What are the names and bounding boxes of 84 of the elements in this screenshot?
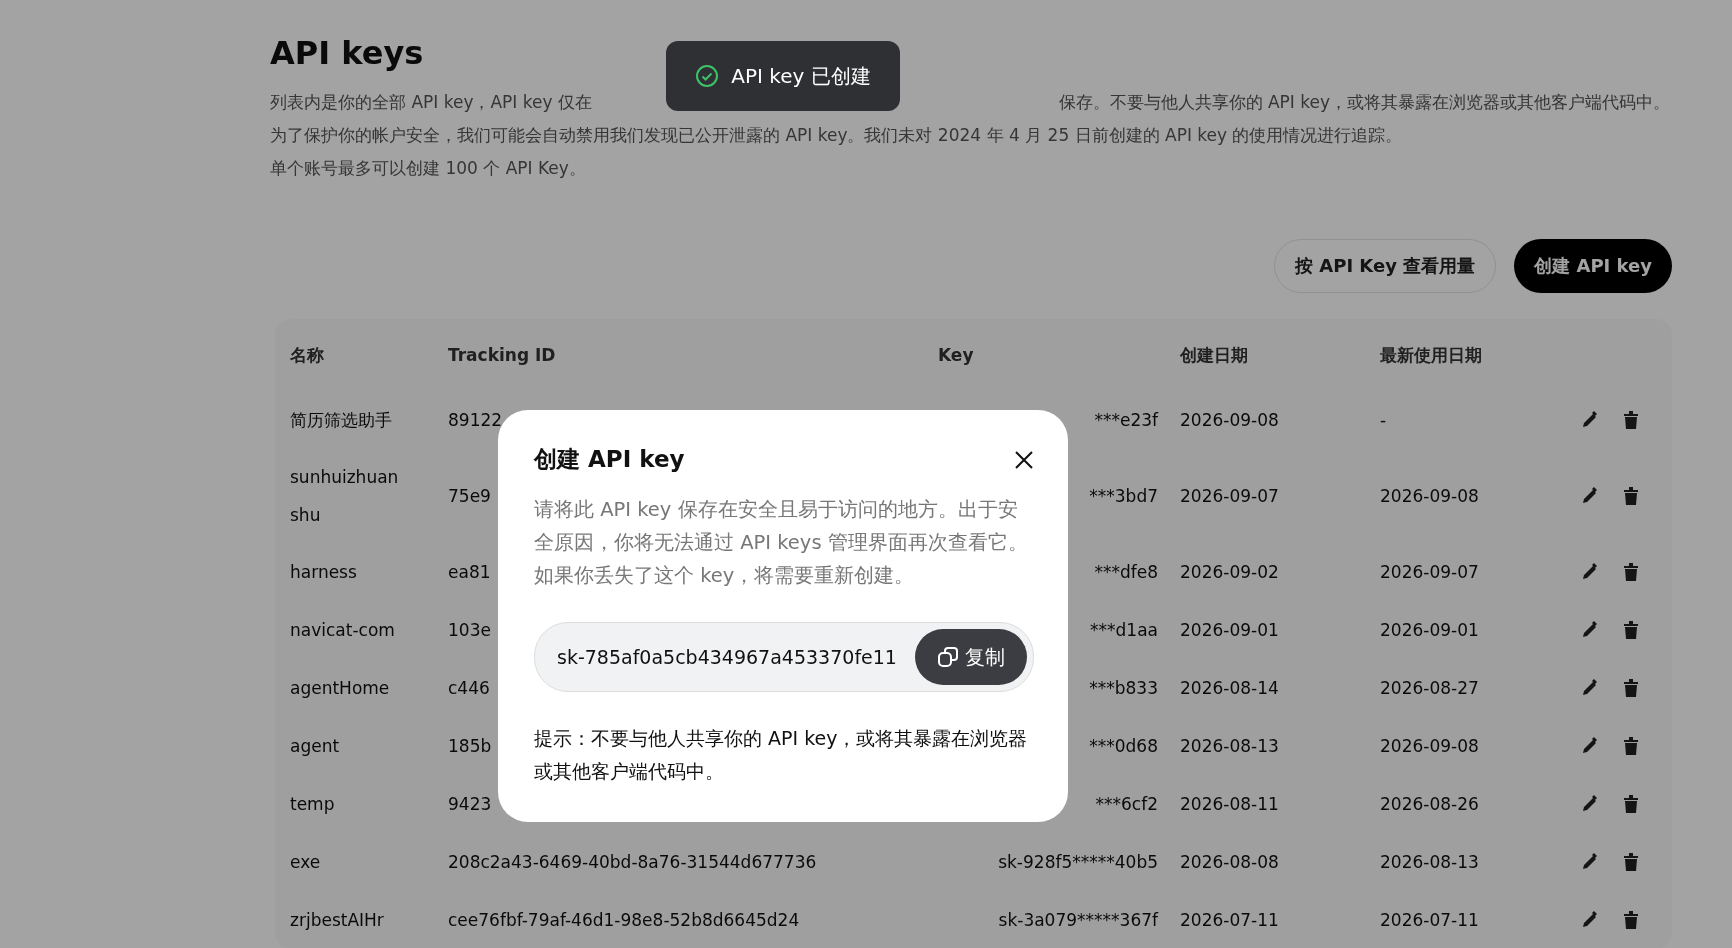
api-key-field[interactable]: sk-785af0a5cb434967a453370fe11 复制 [534,622,1034,692]
table-cell: 简历筛选助手 [290,410,392,430]
table-cell: 2026-08-13 [1180,736,1279,756]
edit-icon[interactable] [1580,620,1600,640]
edit-icon[interactable] [1580,410,1600,430]
description-text: 为了保护你的帐户安全，我们可能会自动禁用我们发现已公开泄露的 API key。我们未对 2024 年 4 月 25 日前创建的 API key 的使用情况进行追踪。 [270,124,1403,147]
dialog-hint: 提示：不要与他人共享你的 API key，或将其暴露在浏览器或其他客户端代码中。 [534,726,1029,784]
delete-icon[interactable] [1622,678,1640,698]
delete-icon[interactable] [1622,486,1640,506]
edit-icon[interactable] [1580,678,1600,698]
delete-icon[interactable] [1622,910,1640,930]
table-cell: - [1380,410,1387,430]
action-button[interactable]: 创建 API key [1514,239,1672,293]
table-cell: exe [290,852,321,872]
table-cell: 2026-09-08 [1380,736,1479,756]
edit-icon[interactable] [1580,736,1600,756]
table-cell: harness [290,562,357,582]
table-cell: ***6cf2 [1095,794,1158,814]
column-header: 最新使用日期 [1380,345,1482,365]
delete-icon[interactable] [1622,852,1640,872]
table-cell: zrjbestAIHr [290,910,384,930]
toast-message: API key 已创建 [731,62,871,90]
table-cell: 185b [448,736,492,756]
dialog-description: 请将此 API key 保存在安全且易于访问的地方。出于安全原因，你将无法通过 API keys 管理界面再次查看它。如果你丢失了这个 key，将需要重新创建。 [534,497,1029,589]
column-header: Tracking ID [448,345,556,365]
table-cell: c446 [448,678,490,698]
table-cell: ea81 [448,562,491,582]
table-cell: 89122 [448,410,503,430]
edit-icon[interactable] [1580,486,1600,506]
table-cell: sk-928f5*****40b5 [998,852,1158,872]
table-cell: 2026-09-01 [1380,620,1479,640]
table-cell: ***dfe8 [1094,562,1158,582]
table-cell: 9423 [448,794,492,814]
table-cell: ***3bd7 [1089,486,1158,506]
table-cell: agentHome [290,678,390,698]
table-cell: navicat-com [290,620,395,640]
table-cell: 2026-07-11 [1380,910,1479,930]
table-cell: 2026-09-08 [1180,410,1279,430]
column-header: 创建日期 [1180,345,1248,365]
table-cell: 2026-09-02 [1180,562,1279,582]
table-cell: 75e9 [448,486,491,506]
table-cell: 2026-09-08 [1380,486,1479,506]
edit-icon[interactable] [1580,852,1600,872]
page-title: API keys [270,34,425,72]
table-cell: 103e [448,620,491,640]
description-text: 单个账号最多可以创建 100 个 API Key。 [270,157,586,180]
table-cell: 2026-09-07 [1380,562,1479,582]
close-icon[interactable] [1014,449,1034,470]
table-cell: 2026-08-11 [1180,794,1279,814]
table-cell: 2026-08-27 [1380,678,1479,698]
table-cell: 2026-08-13 [1380,852,1479,872]
table-cell: 2026-08-08 [1180,852,1279,872]
table-cell: 2026-08-14 [1180,678,1279,698]
table-cell: ***0d68 [1089,736,1158,756]
table-cell: 2026-09-07 [1180,486,1279,506]
edit-icon[interactable] [1580,562,1600,582]
table-cell: 2026-09-01 [1180,620,1279,640]
check-circle-icon [695,64,720,88]
delete-icon[interactable] [1622,410,1640,430]
table-cell: 2026-07-11 [1180,910,1279,930]
copy-button[interactable]: 复制 [915,629,1027,685]
table-cell: 2026-08-26 [1380,794,1479,814]
edit-icon[interactable] [1580,794,1600,814]
table-cell: sunhuizhuan shu [290,467,399,525]
delete-icon[interactable] [1622,736,1640,756]
column-header: Key [938,345,974,365]
table-cell: sk-3a079*****367f [998,910,1158,930]
table-cell: temp [290,794,335,814]
table-cell: ***e23f [1094,410,1158,430]
edit-icon[interactable] [1580,910,1600,930]
delete-icon[interactable] [1622,794,1640,814]
delete-icon[interactable] [1622,562,1640,582]
copy-icon [937,646,959,668]
column-header: 名称 [290,345,324,365]
table-cell: 208c2a43-6469-40bd-8a76-31544d677736 [448,852,817,872]
description-text: 列表内是你的全部 API key，API key 仅在 [270,91,592,114]
table-cell: ***b833 [1089,678,1158,698]
dialog-title: 创建 API key [534,445,685,474]
table-cell: ***d1aa [1090,620,1158,640]
action-button[interactable]: 按 API Key 查看用量 [1274,239,1497,293]
description-text: 保存。不要与他人共享你的 API key，或将其暴露在浏览器或其他客户端代码中。 [1058,91,1670,114]
table-cell: agent [290,736,340,756]
delete-icon[interactable] [1622,620,1640,640]
table-cell: cee76fbf-79af-46d1-98e8-52b8d6645d24 [448,910,800,930]
